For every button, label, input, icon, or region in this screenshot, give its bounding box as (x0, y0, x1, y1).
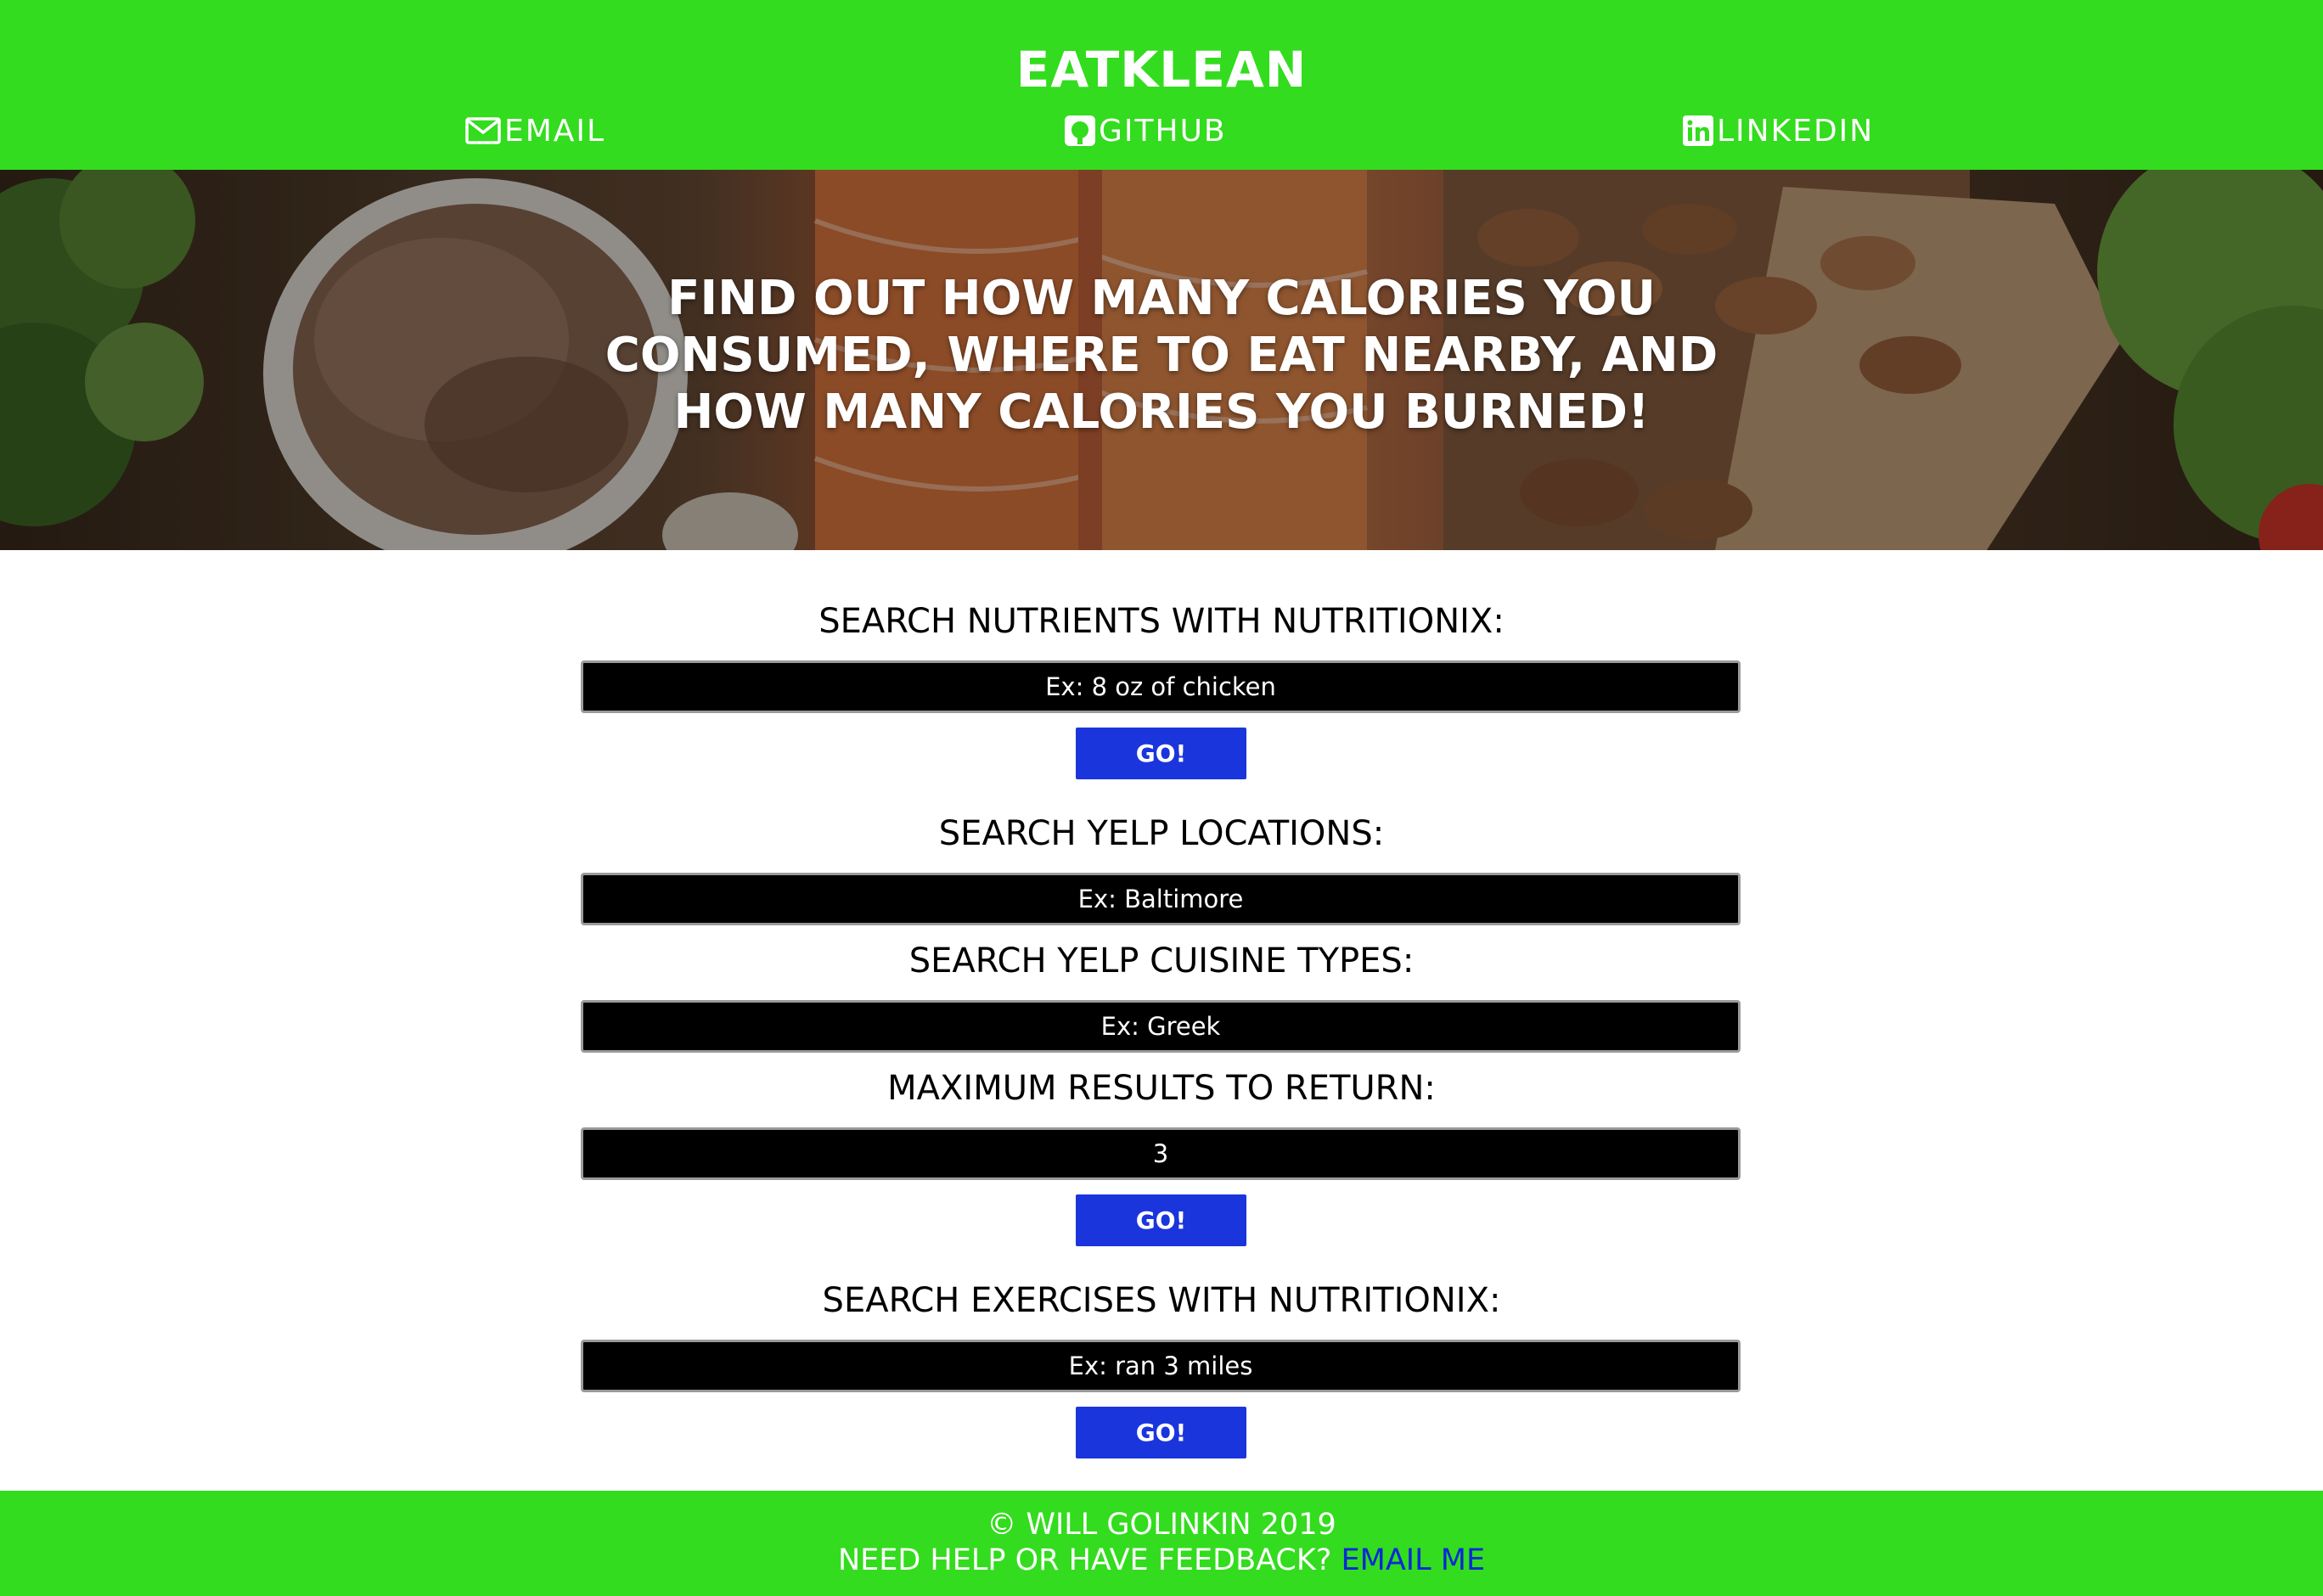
nutrients-go-button[interactable]: GO! (1076, 728, 1246, 779)
yelp-location-heading: SEARCH YELP LOCATIONS: (938, 814, 1385, 853)
linkedin-icon (1683, 115, 1717, 146)
yelp-location-input[interactable] (581, 873, 1741, 925)
footer-help-line: NEED HELP OR HAVE FEEDBACK? EMAIL ME (0, 1542, 2323, 1579)
nav-email-link[interactable]: EMAIL (465, 110, 605, 151)
max-results-input[interactable] (581, 1127, 1741, 1180)
site-brand: EATKLEAN (1015, 41, 1308, 98)
nav-linkedin-label: LINKEDIN (1717, 113, 1875, 149)
hero-banner: FIND OUT HOW MANY CALORIES YOU CONSUMED,… (0, 170, 2323, 550)
nav-linkedin-link[interactable]: LINKEDIN (1683, 110, 1874, 151)
yelp-cuisine-input[interactable] (581, 1000, 1741, 1053)
hero-tagline: FIND OUT HOW MANY CALORIES YOU CONSUMED,… (605, 271, 1718, 440)
nav-email-label: EMAIL (504, 113, 606, 149)
github-icon (1065, 115, 1099, 146)
exercises-go-button[interactable]: GO! (1076, 1407, 1246, 1458)
site-footer: © WILL GOLINKIN 2019 NEED HELP OR HAVE F… (0, 1491, 2323, 1596)
yelp-cuisine-heading: SEARCH YELP CUISINE TYPES: (908, 941, 1415, 981)
nutrients-search-input[interactable] (581, 660, 1741, 713)
nav-github-label: GITHUB (1099, 113, 1227, 149)
footer-help-text: NEED HELP OR HAVE FEEDBACK? (837, 1543, 1332, 1577)
nutrients-heading: SEARCH NUTRIENTS WITH NUTRITIONIX: (818, 602, 1505, 641)
nav-github-link[interactable]: GITHUB (1065, 110, 1227, 151)
yelp-go-button[interactable]: GO! (1076, 1194, 1246, 1246)
site-header: EATKLEAN EMAIL GITHUB LINKEDIN (0, 0, 2323, 170)
exercises-search-input[interactable] (581, 1340, 1741, 1392)
exercises-heading: SEARCH EXERCISES WITH NUTRITIONIX: (822, 1281, 1501, 1320)
footer-copyright: © WILL GOLINKIN 2019 (987, 1508, 1336, 1542)
footer-email-link[interactable]: EMAIL ME (1341, 1543, 1486, 1577)
max-results-heading: MAXIMUM RESULTS TO RETURN: (887, 1069, 1436, 1108)
envelope-icon (465, 116, 504, 145)
